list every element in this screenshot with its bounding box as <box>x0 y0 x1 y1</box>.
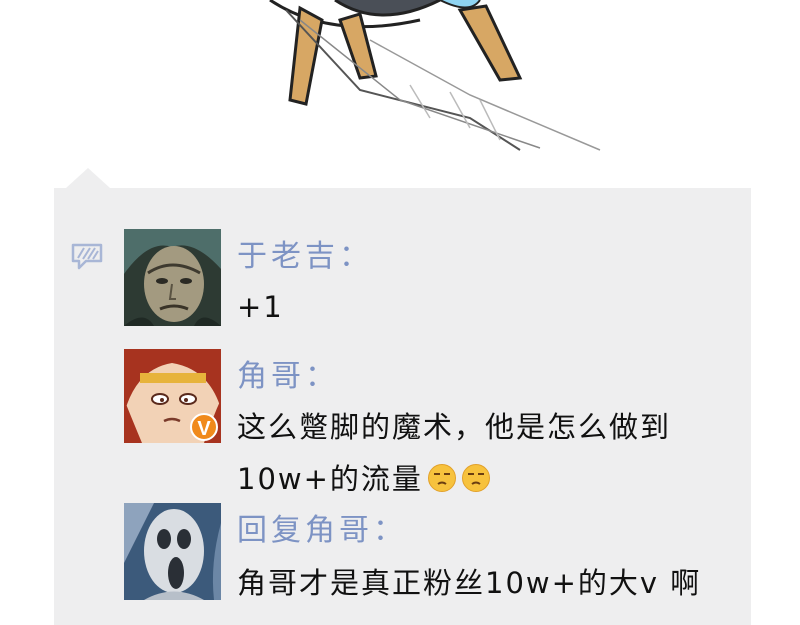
comment-item: 于老吉： +1 <box>124 229 744 327</box>
avatar[interactable] <box>124 229 221 326</box>
comment-bubble-icon <box>71 243 103 270</box>
avatar[interactable] <box>124 503 221 600</box>
comment-author[interactable]: 回复角哥： <box>237 505 407 549</box>
comment-text: +1 <box>237 290 284 324</box>
comic-page: 于老吉： +1 V 角哥： 这么蹩脚的魔术，他是怎么做到 10w+的流量 回复角… <box>0 0 800 625</box>
panel-notch <box>66 168 110 188</box>
comment-text: 角哥才是真正粉丝10w+的大v 啊 <box>237 566 702 600</box>
comment-text-segment: 10w+的流量 <box>237 462 423 496</box>
avatar[interactable]: V <box>124 349 221 443</box>
comment-text-line: 这么蹩脚的魔术，他是怎么做到 <box>237 410 672 444</box>
unamused-face-icon <box>461 464 490 492</box>
comment-item: V 角哥： 这么蹩脚的魔术，他是怎么做到 10w+的流量 <box>124 349 744 496</box>
comment-item: 回复角哥： 角哥才是真正粉丝10w+的大v 啊 <box>124 503 744 603</box>
verified-badge-label: V <box>197 418 211 440</box>
comic-illustration <box>269 0 601 151</box>
comment-text-line: 10w+的流量 <box>237 453 737 505</box>
comment-author[interactable]: 于老吉： <box>237 231 373 275</box>
comment-text: 这么蹩脚的魔术，他是怎么做到 10w+的流量 <box>237 401 737 505</box>
comment-author[interactable]: 角哥： <box>237 351 339 395</box>
unamused-face-icon <box>427 464 456 492</box>
